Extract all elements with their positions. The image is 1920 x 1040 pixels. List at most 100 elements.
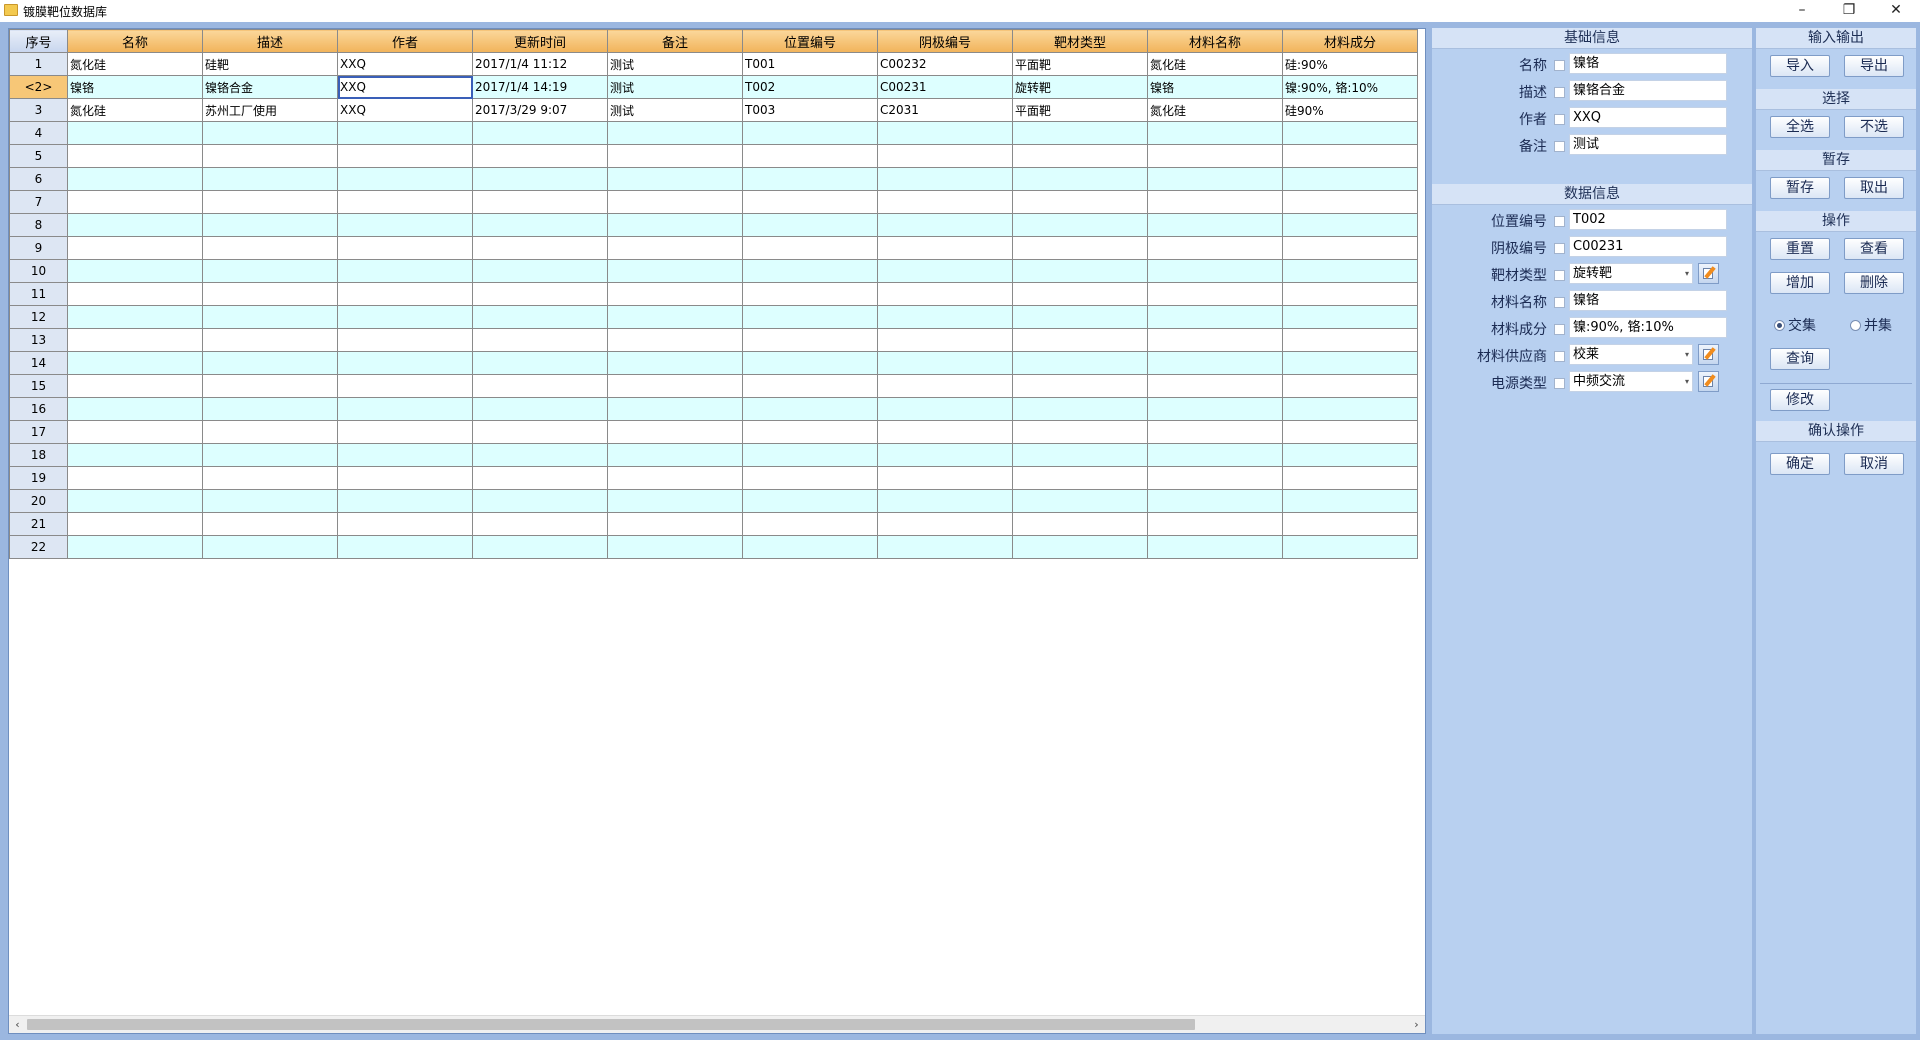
table-cell[interactable] <box>472 259 608 283</box>
table-cell[interactable] <box>1147 397 1283 421</box>
table-row[interactable]: 6 <box>9 167 1418 191</box>
table-row[interactable]: 19 <box>9 466 1418 490</box>
modify-button[interactable]: 修改 <box>1770 389 1830 411</box>
close-button[interactable]: ✕ <box>1874 0 1918 22</box>
table-cell[interactable] <box>607 190 743 214</box>
table-cell[interactable] <box>877 305 1013 329</box>
material-composition-field[interactable]: 镍:90%, 铬:10% <box>1569 317 1727 338</box>
table-cell[interactable] <box>472 167 608 191</box>
table-cell[interactable] <box>877 512 1013 536</box>
supplier-checkbox[interactable] <box>1554 351 1565 362</box>
table-cell[interactable]: 镍铬合金 <box>202 75 338 99</box>
table-cell[interactable] <box>67 420 203 444</box>
table-cell[interactable] <box>1282 213 1418 237</box>
row-number[interactable]: 15 <box>9 374 68 398</box>
table-cell[interactable] <box>1282 282 1418 306</box>
table-cell[interactable] <box>67 397 203 421</box>
table-cell[interactable] <box>877 489 1013 513</box>
table-cell[interactable] <box>607 121 743 145</box>
row-number[interactable]: 14 <box>9 351 68 375</box>
query-button[interactable]: 查询 <box>1770 348 1830 370</box>
table-cell[interactable] <box>742 466 878 490</box>
table-cell[interactable] <box>1282 144 1418 168</box>
table-cell[interactable] <box>337 351 473 375</box>
table-cell[interactable] <box>1147 236 1283 260</box>
table-cell[interactable] <box>742 121 878 145</box>
table-cell[interactable] <box>1282 351 1418 375</box>
table-cell[interactable] <box>1147 351 1283 375</box>
table-cell[interactable] <box>202 282 338 306</box>
table-cell[interactable] <box>202 420 338 444</box>
table-cell[interactable] <box>1147 305 1283 329</box>
table-cell[interactable]: 苏州工厂使用 <box>202 98 338 122</box>
intersection-radio[interactable]: 交集 <box>1774 315 1816 335</box>
table-cell[interactable] <box>742 443 878 467</box>
table-cell[interactable] <box>472 236 608 260</box>
table-cell[interactable] <box>472 190 608 214</box>
table-cell[interactable] <box>67 167 203 191</box>
table-cell[interactable] <box>337 236 473 260</box>
remark-field[interactable]: 测试 <box>1569 134 1727 155</box>
table-cell[interactable]: XXQ <box>337 52 473 76</box>
table-cell[interactable] <box>337 535 473 559</box>
table-cell[interactable] <box>877 167 1013 191</box>
table-cell[interactable] <box>472 535 608 559</box>
cathode-code-checkbox[interactable] <box>1554 243 1565 254</box>
table-cell[interactable] <box>1282 121 1418 145</box>
table-cell[interactable] <box>472 121 608 145</box>
edit-power-type-button[interactable] <box>1698 371 1719 392</box>
table-cell[interactable] <box>202 167 338 191</box>
table-cell[interactable] <box>1147 512 1283 536</box>
row-number[interactable]: 12 <box>9 305 68 329</box>
row-number[interactable]: 5 <box>9 144 68 168</box>
table-cell[interactable] <box>1012 144 1148 168</box>
table-cell[interactable] <box>337 420 473 444</box>
table-cell[interactable]: C2031 <box>877 98 1013 122</box>
table-cell[interactable] <box>1147 282 1283 306</box>
import-button[interactable]: 导入 <box>1770 55 1830 77</box>
table-row[interactable]: 11 <box>9 282 1418 306</box>
table-cell[interactable] <box>202 213 338 237</box>
row-number[interactable]: 3 <box>9 98 68 122</box>
table-cell[interactable] <box>337 213 473 237</box>
target-type-checkbox[interactable] <box>1554 270 1565 281</box>
minimize-button[interactable]: – <box>1780 0 1824 22</box>
table-cell[interactable] <box>337 443 473 467</box>
table-cell[interactable] <box>1147 328 1283 352</box>
table-row[interactable]: 4 <box>9 121 1418 145</box>
stash-button[interactable]: 暂存 <box>1770 177 1830 199</box>
table-cell[interactable] <box>67 213 203 237</box>
table-row[interactable]: 20 <box>9 489 1418 513</box>
scroll-right-icon[interactable]: › <box>1408 1016 1425 1033</box>
table-cell[interactable] <box>877 121 1013 145</box>
table-cell[interactable] <box>742 489 878 513</box>
table-row[interactable]: 5 <box>9 144 1418 168</box>
table-cell[interactable] <box>202 190 338 214</box>
column-header[interactable]: 材料名称 <box>1147 29 1283 53</box>
edit-target-type-button[interactable] <box>1698 263 1719 284</box>
table-cell[interactable] <box>472 351 608 375</box>
table-cell[interactable] <box>1012 167 1148 191</box>
name-checkbox[interactable] <box>1554 60 1565 71</box>
table-cell[interactable] <box>742 282 878 306</box>
table-cell[interactable] <box>67 305 203 329</box>
table-cell[interactable] <box>607 213 743 237</box>
row-number[interactable]: 1 <box>9 52 68 76</box>
table-row[interactable]: 12 <box>9 305 1418 329</box>
table-cell[interactable] <box>877 282 1013 306</box>
table-cell[interactable] <box>1012 190 1148 214</box>
table-cell[interactable] <box>742 374 878 398</box>
cathode-code-field[interactable]: C00231 <box>1569 236 1727 257</box>
row-number[interactable]: 20 <box>9 489 68 513</box>
position-code-field[interactable]: T002 <box>1569 209 1727 230</box>
table-cell[interactable] <box>202 236 338 260</box>
table-cell[interactable]: 硅:90% <box>1282 52 1418 76</box>
table-row[interactable]: 14 <box>9 351 1418 375</box>
table-cell[interactable] <box>877 466 1013 490</box>
table-cell[interactable] <box>202 374 338 398</box>
table-cell[interactable] <box>472 512 608 536</box>
table-cell[interactable] <box>1147 489 1283 513</box>
table-cell[interactable] <box>337 397 473 421</box>
table-cell[interactable] <box>337 466 473 490</box>
table-cell[interactable] <box>1282 305 1418 329</box>
